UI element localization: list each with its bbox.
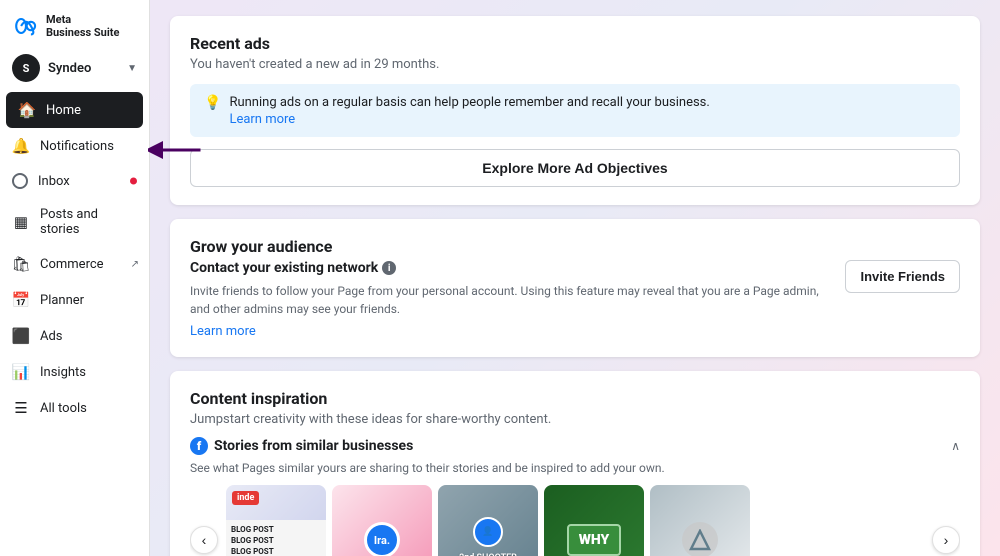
story-avatar-3: 👤 [473, 517, 503, 547]
recent-ads-info-text: Running ads on a regular basis can help … [229, 95, 709, 110]
sidebar-item-insights[interactable]: 📊 Insights [0, 354, 149, 390]
content-inspiration-title: Content inspiration [190, 389, 960, 408]
logo: Meta Business Suite [0, 0, 149, 48]
commerce-icon: 🛍 [12, 255, 30, 273]
alltools-icon: ☰ [12, 399, 30, 417]
logo-text: Meta Business Suite [46, 13, 119, 39]
contact-network-heading: Contact your existing network i [190, 260, 829, 276]
external-link-icon: ↗ [131, 259, 139, 270]
inbox-icon [12, 173, 28, 189]
info-circle-icon: i [382, 261, 396, 275]
audience-section: Contact your existing network i Invite f… [190, 260, 960, 339]
arrow-pointer [148, 130, 208, 170]
sidebar-item-posts-label: Posts and stories [40, 207, 137, 237]
sidebar-item-posts[interactable]: ▦ Posts and stories [0, 198, 149, 246]
story-card-4[interactable]: WHY [544, 485, 644, 556]
recent-ads-learn-more[interactable]: Learn more [229, 112, 709, 127]
collapse-icon[interactable]: ∧ [951, 439, 960, 453]
grow-audience-title: Grow your audience [190, 237, 960, 256]
planner-icon: 📅 [12, 291, 30, 309]
account-selector[interactable]: S Syndeo ▼ [0, 48, 149, 92]
sidebar-item-insights-label: Insights [40, 365, 86, 380]
story-card-1[interactable]: inde BLOG POSTBLOG POSTBLOG POSTBLOG POS… [226, 485, 326, 556]
story-badge-1: inde [232, 491, 259, 505]
recent-ads-info-box: 💡 Running ads on a regular basis can hel… [190, 84, 960, 137]
home-icon: 🏠 [18, 101, 36, 119]
chevron-down-icon: ▼ [127, 63, 137, 74]
story-card-2[interactable]: Ira. [332, 485, 432, 556]
recent-ads-card: Recent ads You haven't created a new ad … [170, 16, 980, 205]
grow-audience-card: Grow your audience Contact your existing… [170, 219, 980, 357]
recent-ads-title: Recent ads [190, 34, 960, 53]
story-avatar-2: Ira. [364, 522, 400, 556]
sidebar-item-home-label: Home [46, 103, 81, 118]
story-card-5[interactable] [650, 485, 750, 556]
insights-icon: 📊 [12, 363, 30, 381]
sidebar-item-ads-label: Ads [40, 329, 63, 344]
sidebar-item-commerce[interactable]: 🛍 Commerce ↗ [0, 246, 149, 282]
story-logo-5 [682, 522, 718, 556]
account-avatar: S [12, 54, 40, 82]
stories-description: See what Pages similar yours are sharing… [190, 461, 960, 475]
posts-icon: ▦ [12, 213, 30, 231]
sidebar-item-inbox-label: Inbox [38, 174, 70, 189]
sidebar-item-alltools[interactable]: ☰ All tools [0, 390, 149, 426]
sidebar-item-home[interactable]: 🏠 Home [6, 92, 143, 128]
explore-ad-objectives-button[interactable]: Explore More Ad Objectives [190, 149, 960, 187]
sidebar-item-ads[interactable]: ⬛ Ads [0, 318, 149, 354]
main-content: Recent ads You haven't created a new ad … [150, 0, 1000, 556]
grow-audience-learn-more[interactable]: Learn more [190, 324, 829, 339]
recent-ads-subtitle: You haven't created a new ad in 29 month… [190, 57, 960, 72]
sidebar-item-planner-label: Planner [40, 293, 84, 308]
sidebar-item-planner[interactable]: 📅 Planner [0, 282, 149, 318]
audience-description: Invite friends to follow your Page from … [190, 282, 829, 318]
account-name: Syndeo [48, 61, 119, 76]
stories-title: f Stories from similar businesses [190, 437, 413, 455]
carousel-prev-button[interactable]: ‹ [190, 526, 218, 554]
stories-header: f Stories from similar businesses ∧ [190, 437, 960, 455]
lightbulb-icon: 💡 [204, 95, 221, 111]
story-content-1: BLOG POSTBLOG POSTBLOG POSTBLOG POSTBLOG… [226, 520, 326, 556]
carousel-next-button[interactable]: › [932, 526, 960, 554]
sidebar-item-notifications[interactable]: 🔔 Notifications [0, 128, 149, 164]
inbox-notification-dot [130, 178, 137, 185]
meta-logo-icon [12, 12, 40, 40]
story-card-3[interactable]: 👤 2nd SHOOTER [438, 485, 538, 556]
sidebar: Meta Business Suite S Syndeo ▼ 🏠 Home 🔔 … [0, 0, 150, 556]
audience-text: Contact your existing network i Invite f… [190, 260, 829, 339]
ads-icon: ⬛ [12, 327, 30, 345]
sidebar-item-commerce-label: Commerce [40, 257, 104, 272]
stories-carousel: ‹ inde BLOG POSTBLOG POSTBLOG POSTBLOG P… [190, 485, 960, 556]
story-why-label: WHY [567, 524, 622, 556]
facebook-icon: f [190, 437, 208, 455]
invite-friends-button[interactable]: Invite Friends [845, 260, 960, 293]
content-inspiration-card: Content inspiration Jumpstart creativity… [170, 371, 980, 556]
bell-icon: 🔔 [12, 137, 30, 155]
sidebar-item-notifications-label: Notifications [40, 139, 114, 154]
sidebar-item-inbox[interactable]: Inbox [0, 164, 149, 198]
content-inspiration-subtitle: Jumpstart creativity with these ideas fo… [190, 412, 960, 427]
sidebar-item-alltools-label: All tools [40, 401, 87, 416]
story-cards-container: inde BLOG POSTBLOG POSTBLOG POSTBLOG POS… [226, 485, 924, 556]
